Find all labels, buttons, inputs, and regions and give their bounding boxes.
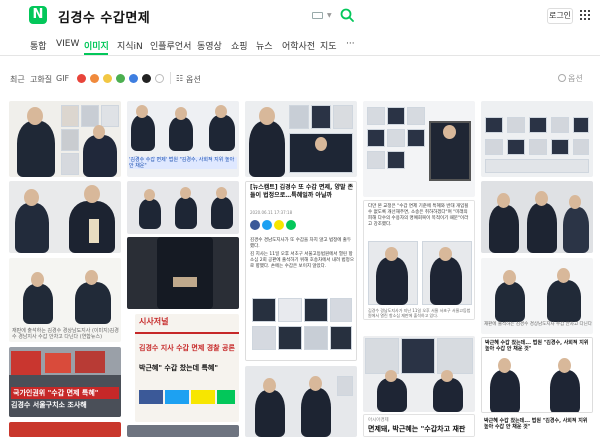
filter-recent[interactable]: 최근 (10, 74, 25, 85)
image-result-1[interactable] (9, 101, 121, 177)
image-result-5[interactable] (9, 422, 121, 437)
image-result-8[interactable] (127, 237, 239, 309)
chevron-down-icon[interactable]: ▼ (327, 12, 332, 19)
sisa-brand: 시사저널 (139, 317, 169, 326)
image-result-16[interactable] (481, 101, 593, 177)
image-caption: '김경수 수갑 면제' 법원 "김경수, 사회적 지위 높아 안 채운" (129, 157, 237, 169)
filter-options-icon[interactable]: ☷ (176, 74, 183, 83)
poster-subtitle: 박근혜" 수갑 찼는데 특혜" (139, 364, 219, 372)
naver-logo[interactable]: N (29, 6, 47, 24)
tab-map[interactable]: 지도 (320, 39, 337, 52)
image-result-17[interactable] (481, 181, 593, 253)
filter-options[interactable]: 옵션 (186, 74, 201, 85)
news-headline: 박근혜 수갑 찼는데... 법원 "김경수, 사회적 지위 높아 수갑 안 채운… (485, 340, 589, 352)
options-icon[interactable] (558, 74, 566, 82)
active-tab-indicator (84, 53, 108, 55)
news-meta: 2020.06.11 17:37:18 (250, 210, 293, 215)
tab-view[interactable]: VIEW (56, 39, 79, 49)
image-result-2[interactable] (9, 181, 121, 253)
news-headline: 면제돼, 박근혜는 "수갑차고 재판 (368, 425, 466, 433)
image-result-14[interactable] (363, 336, 475, 412)
tab-images[interactable]: 이미지 (84, 39, 109, 52)
news-card-caption: 다만 본 교정은 "수갑 면제 기준에 특혜와 반대 개입될 수 없도록 개선해… (368, 204, 469, 227)
image-result-11[interactable] (245, 101, 357, 177)
color-blue-swatch[interactable] (129, 74, 138, 83)
tab-kin[interactable]: 지식iN (117, 39, 143, 52)
search-input[interactable]: 김경수 수갑면제 (58, 7, 150, 26)
news-headline: 박근혜 수갑 찼는데... 법원 "김경수, 사회적 지위 높아 수갑 안 채운… (484, 418, 588, 430)
color-black-swatch[interactable] (142, 74, 151, 83)
options-link[interactable]: 옵션 (568, 73, 583, 84)
filter-gif[interactable]: GIF (56, 74, 69, 83)
filter-hires[interactable]: 고화질 (30, 74, 52, 85)
tab-dictionary[interactable]: 어학사전 (282, 39, 315, 52)
image-result-18[interactable]: 재판에 출석하는 김경수 경상남도지사 수갑 안차고 다닌다 (481, 258, 593, 334)
news-card-result[interactable]: 다만 본 교정은 "수갑 면제 기준에 특혜와 반대 개입될 수 없도록 개선해… (363, 200, 475, 320)
image-result-10[interactable] (127, 425, 239, 437)
news-title: [뉴스캠트] 김경수 또 수갑 면제, 양말 존들이 법정으로…특혜일까 아닐까 (250, 184, 354, 199)
image-result-19[interactable]: 박근혜 수갑 찼는데... 법원 "김경수, 사회적 지위 높아 수갑 안 채운… (481, 337, 593, 413)
image-result-12[interactable] (245, 366, 357, 437)
news-banner-1: 국가인권위 "수갑 면제 특혜" (11, 387, 119, 399)
image-result-9[interactable]: 시사저널 김경수 지사 수갑 면제 경찰 공론 박근혜" 수갑 찼는데 특혜" (135, 314, 239, 422)
poster-title: 김경수 지사 수갑 면제 경찰 공론 (139, 344, 235, 352)
tab-news[interactable]: 뉴스 (256, 39, 273, 52)
tab-integrated[interactable]: 통합 (30, 39, 47, 52)
image-result-3[interactable]: 재판에 출석하는 김경수 경상남도지사 (이미지)김경수 경남지사 수갑 안차고… (9, 258, 121, 342)
news-source: 아시아경제 (368, 418, 389, 423)
tab-shopping[interactable]: 쇼핑 (231, 39, 248, 52)
image-result-7[interactable] (127, 181, 239, 234)
image-result-15[interactable]: 아시아경제 면제돼, 박근혜는 "수갑차고 재판 (363, 414, 475, 437)
image-result-13[interactable] (363, 101, 475, 197)
color-yellow-swatch[interactable] (103, 74, 112, 83)
image-caption: 재판에 출석하는 김경수 경상남도지사 (이미지)김경수 경남지사 수갑 안차고… (12, 328, 119, 340)
image-caption: 재판에 출석하는 김경수 경상남도지사 수갑 안차고 다닌다 (484, 322, 592, 327)
apps-grid-icon[interactable] (580, 10, 590, 20)
search-header: N 김경수 수갑면제 ▼ 로그인 (0, 0, 600, 34)
news-card-subcaption: 김경수 경남도지사가 지난 11일 오후 서울 서초구 서울고등법원에서 열린 … (368, 308, 471, 318)
color-green-swatch[interactable] (116, 74, 125, 83)
image-result-4[interactable]: 국가인권위 "수갑 면제 특혜" 김경수 서울구치소 조사해 (9, 347, 121, 417)
keyboard-icon[interactable] (312, 12, 323, 19)
login-button[interactable]: 로그인 (547, 8, 573, 24)
image-result-6[interactable]: '김경수 수갑 면제' 법원 "김경수, 사회적 지위 높아 안 채운" (127, 101, 239, 177)
tab-influencer[interactable]: 인플루언서 (150, 39, 191, 52)
image-result-20[interactable]: 박근혜 수갑 찼는데... 법원 "김경수, 사회적 지위 높아 수갑 안 채운… (481, 416, 593, 437)
filter-separator (170, 72, 171, 84)
color-red-swatch[interactable] (77, 74, 86, 83)
news-body: 김경수 경남도지사가 또 수갑을 차지 않고 법정에 출두했다. (250, 238, 352, 249)
search-icon[interactable] (340, 8, 354, 22)
color-orange-swatch[interactable] (90, 74, 99, 83)
tab-video[interactable]: 동영상 (197, 39, 222, 52)
news-article-result[interactable]: [뉴스캠트] 김경수 또 수갑 면제, 양말 존들이 법정으로…특혜일까 아닐까… (245, 181, 357, 361)
tab-more[interactable]: ··· (346, 39, 355, 49)
news-body-2: 김 지사는 11일 오후 서초구 서울고등법원에서 열린 항소심 2회 공판에 … (250, 252, 354, 269)
color-white-swatch[interactable] (155, 74, 164, 83)
news-banner-2: 김경수 서울구치소 조사해 (11, 401, 87, 409)
